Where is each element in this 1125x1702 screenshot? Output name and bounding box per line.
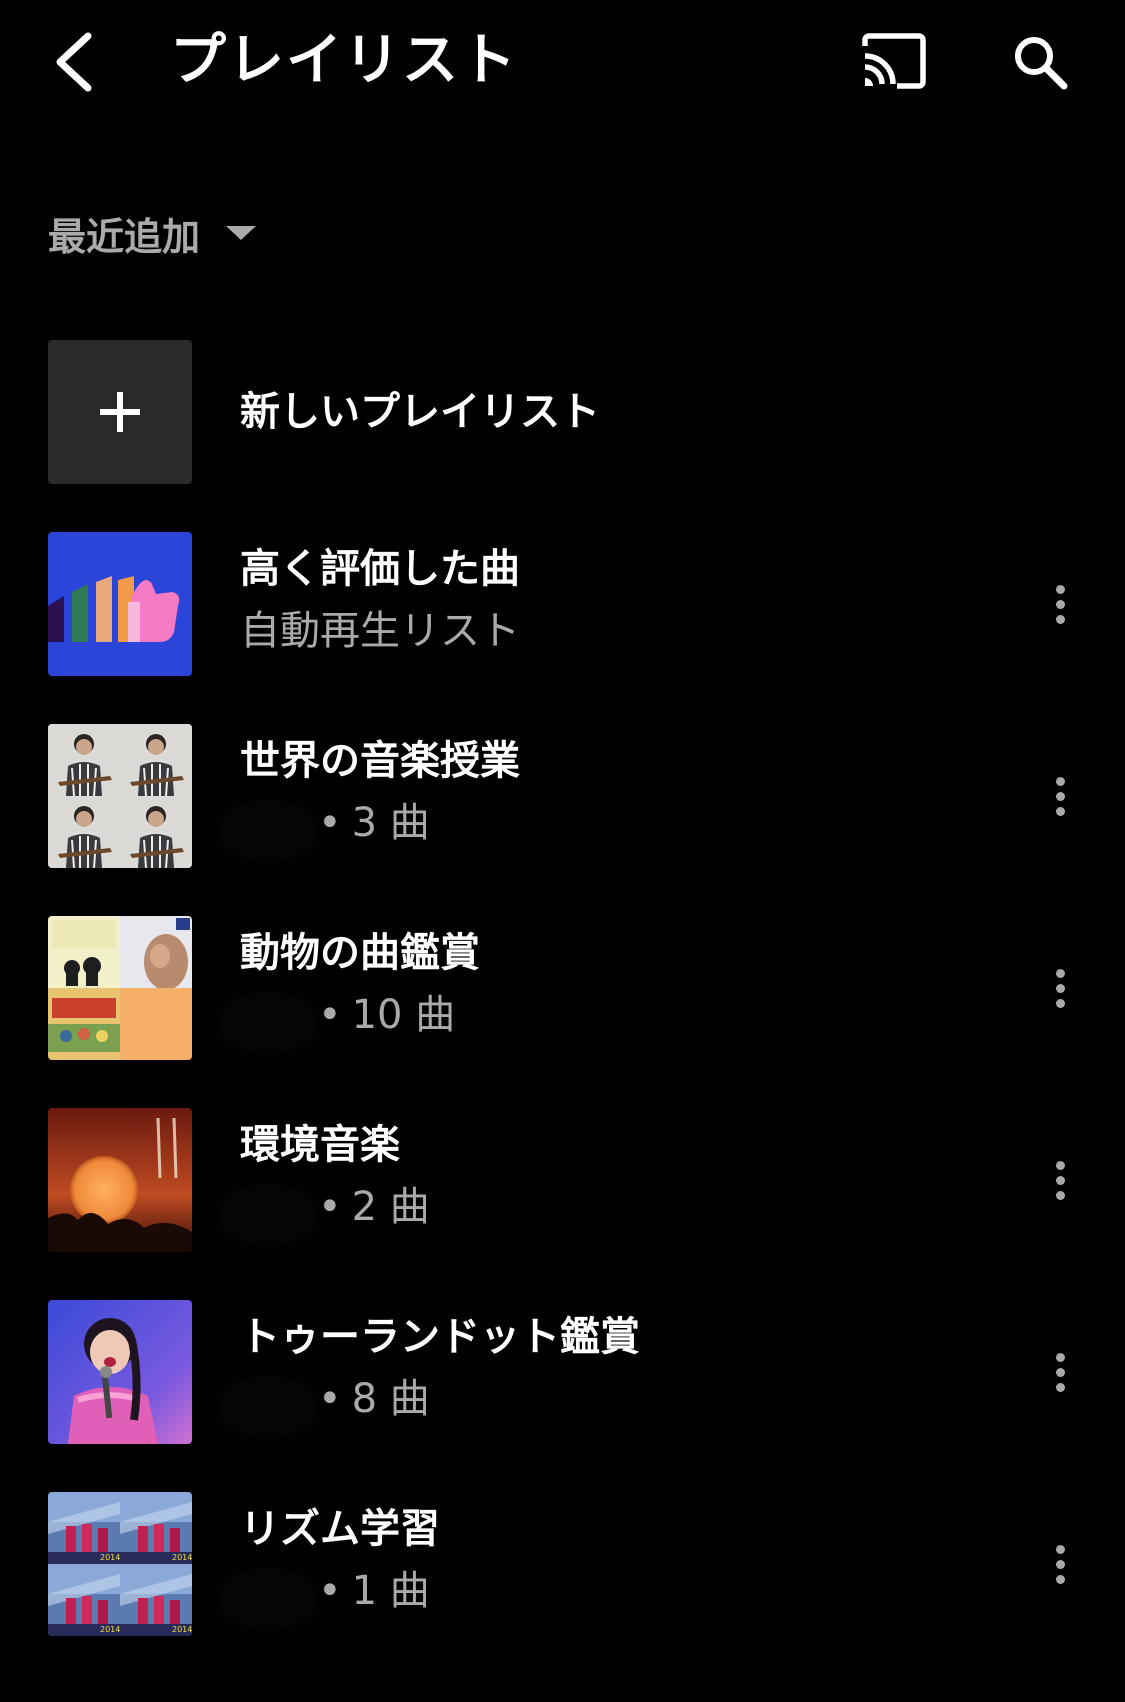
more-options-button[interactable]: [1040, 1524, 1080, 1604]
new-playlist-label: 新しいプレイリスト: [240, 389, 600, 435]
liked-songs-art: [48, 532, 192, 676]
playlist-thumbnail: [48, 1300, 192, 1444]
playlist-item[interactable]: 2014 リズム学習 T Y•1 曲: [0, 1492, 1125, 1638]
classical-album-grid: [48, 916, 192, 1060]
more-options-button[interactable]: [1040, 1332, 1080, 1412]
new-playlist-tile: [48, 340, 192, 484]
more-vert-icon: [1055, 776, 1065, 786]
playlist-title: 高く評価した曲: [240, 546, 520, 592]
playlist-subtitle: • 8 曲: [220, 1372, 430, 1437]
playlist-owner: [220, 1185, 316, 1245]
playlist-subtitle: 自動再生リスト: [240, 608, 520, 654]
top-app-bar: プレイリスト: [0, 0, 1125, 124]
cast-icon: [862, 33, 926, 89]
page-title: プレイリスト: [170, 28, 518, 93]
back-arrow-icon: [56, 32, 92, 92]
playlist-thumbnail: [48, 532, 192, 676]
playlist-thumbnail: [48, 1108, 192, 1252]
plus-icon: [100, 392, 140, 432]
track-count: 3 曲: [351, 800, 430, 846]
search-button[interactable]: [1004, 26, 1076, 98]
playlist-subtitle: • 10 曲: [220, 988, 456, 1053]
playlist-subtitle: T Y•1 曲: [220, 1564, 430, 1629]
track-count: 2 曲: [351, 1184, 430, 1230]
more-vert-icon: [1055, 584, 1065, 594]
playlist-title: リズム学習: [240, 1506, 440, 1552]
stage-grid: 2014: [48, 1492, 192, 1636]
moon-album: [48, 1108, 192, 1252]
more-options-button[interactable]: [1040, 756, 1080, 836]
back-button[interactable]: [44, 22, 104, 102]
track-count: 10 曲: [351, 992, 456, 1038]
playlist-owner: [220, 1377, 316, 1437]
search-icon: [1015, 37, 1068, 90]
playlist-item[interactable]: 高く評価した曲 自動再生リスト: [0, 532, 1125, 678]
svg-text:2014: 2014: [100, 1553, 120, 1562]
playlist-owner: [220, 993, 316, 1053]
more-vert-icon: [1055, 968, 1065, 978]
playlist-title: トゥーランドット鑑賞: [240, 1314, 640, 1360]
playlist-subtitle: • 2 曲: [220, 1180, 430, 1245]
playlist-item[interactable]: 世界の音楽授業 T Y•3 曲: [0, 724, 1125, 870]
playlist-thumbnail: 2014: [48, 1492, 192, 1636]
cast-button[interactable]: [856, 28, 932, 94]
track-count: 1 曲: [351, 1568, 430, 1614]
sort-label: 最近追加: [48, 214, 201, 259]
new-playlist-button[interactable]: 新しいプレイリスト: [0, 340, 1125, 486]
playlist-item[interactable]: トゥーランドット鑑賞 • 8 曲: [0, 1300, 1125, 1446]
singer-photo: [48, 1300, 192, 1444]
more-vert-icon: [1055, 1544, 1065, 1554]
playlist-owner: T Y: [220, 801, 316, 861]
playlist-thumbnail: [48, 724, 192, 868]
track-count: 8 曲: [351, 1376, 430, 1422]
more-options-button[interactable]: [1040, 1140, 1080, 1220]
more-vert-icon: [1055, 1352, 1065, 1362]
playlist-title: 世界の音楽授業: [240, 738, 520, 784]
sort-dropdown[interactable]: 最近追加: [48, 200, 257, 266]
playlist-thumbnail: [48, 916, 192, 1060]
playlist-owner: T Y: [220, 1569, 316, 1629]
playlist-subtitle: T Y•3 曲: [220, 796, 430, 861]
more-options-button[interactable]: [1040, 564, 1080, 644]
more-options-button[interactable]: [1040, 948, 1080, 1028]
playlist-item[interactable]: 動物の曲鑑賞 • 10 曲: [0, 916, 1125, 1062]
playlist-item[interactable]: 環境音楽 • 2 曲: [0, 1108, 1125, 1254]
guitarist-grid: [48, 724, 192, 868]
more-vert-icon: [1055, 1160, 1065, 1170]
playlist-title: 環境音楽: [240, 1122, 400, 1168]
dropdown-caret-icon: [226, 226, 257, 240]
playlist-title: 動物の曲鑑賞: [240, 930, 480, 976]
